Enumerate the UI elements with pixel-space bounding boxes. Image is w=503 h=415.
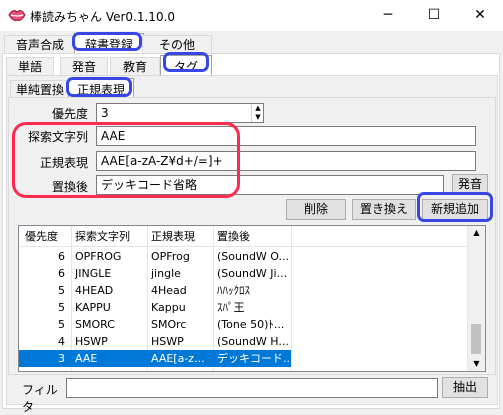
cell-priority: 6 — [58, 267, 65, 280]
list-item[interactable]: 5 SMORC SMOrc (Tone 50)ﾄ... — [19, 316, 467, 333]
tab-word[interactable]: 単語 — [6, 57, 54, 77]
priority-stepper[interactable]: 3 — [96, 103, 264, 123]
add-new-button[interactable]: 新規追加 — [422, 199, 488, 220]
cell-replace: ﾊﾊｯｸﾛｽ — [217, 284, 250, 297]
replace-label: 置換後 — [51, 180, 88, 194]
list-item[interactable]: 6 JINGLE jingle (SoundW Ji... — [19, 265, 467, 282]
main-tab-bar: 音声合成 辞書登録 その他 — [0, 33, 503, 55]
cell-replace: (SoundW O... — [217, 250, 289, 263]
list-item[interactable]: 6 OPFROG OPFrog (SoundW O... — [19, 248, 467, 265]
cell-regex: HSWP — [151, 335, 184, 348]
cell-replace: (Tone 50)ﾄ... — [217, 318, 285, 331]
cell-search: AAE — [75, 352, 98, 365]
cell-priority: 4 — [58, 335, 65, 348]
search-label: 探索文字列 — [27, 130, 88, 144]
header-divider — [19, 246, 467, 247]
cell-regex: AAE[a-z... — [151, 352, 205, 365]
filter-label: フィルタ — [22, 383, 58, 414]
delete-button[interactable]: 削除 — [286, 199, 346, 220]
list-item[interactable]: 5 4HEAD 4Head ﾊﾊｯｸﾛｽ — [19, 282, 467, 299]
minimize-button[interactable]: ─ — [365, 0, 411, 31]
cell-search: HSWP — [75, 335, 108, 348]
cell-replace: (SoundW Ji... — [217, 267, 288, 280]
priority-spin-buttons[interactable]: ▲ ▼ — [251, 104, 264, 122]
close-button[interactable]: ✕ — [457, 0, 503, 31]
tag-list[interactable]: 優先度 探索文字列 正規表現 置換後 6 OPFROG OPFrog (Soun… — [18, 225, 486, 372]
col-header-replace[interactable]: 置換後 — [217, 228, 291, 245]
spin-up-icon[interactable]: ▲ — [252, 104, 264, 113]
cell-replace: デッキコード... — [217, 352, 289, 365]
tab-other[interactable]: その他 — [142, 35, 212, 55]
cell-replace: (SoundW H... — [217, 335, 289, 348]
col-header-search[interactable]: 探索文字列 — [75, 228, 147, 245]
lips-icon — [8, 10, 26, 21]
list-item[interactable]: 4 HSWP HSWP (SoundW H... — [19, 333, 467, 350]
cell-regex: OPFrog — [151, 250, 190, 263]
title-bar: 棒読みちゃん Ver0.1.10.0 ─ ☐ ✕ — [0, 0, 503, 31]
list-header: 優先度 探索文字列 正規表現 置換後 — [19, 228, 467, 245]
list-item[interactable]: 5 KAPPU Kappu ｽﾊﾟ王 — [19, 299, 467, 316]
tab-tag[interactable]: タグ — [160, 55, 212, 76]
app-window: 棒読みちゃん Ver0.1.10.0 ─ ☐ ✕ 音声合成 辞書登録 その他 単… — [0, 0, 503, 414]
tab-education[interactable]: 教育 — [110, 57, 160, 77]
priority-label: 優先度 — [51, 107, 88, 121]
scroll-up-icon[interactable]: ▲ — [468, 226, 485, 240]
sub-tab-bar: 単語 発音 教育 タグ — [0, 55, 503, 77]
replace-button[interactable]: 置き換え — [352, 199, 416, 220]
scroll-thumb[interactable] — [471, 324, 481, 354]
cell-priority: 5 — [58, 284, 65, 297]
spin-down-icon[interactable]: ▼ — [252, 113, 264, 122]
cell-priority: 5 — [58, 318, 65, 331]
pronounce-button[interactable]: 発音 — [452, 174, 488, 195]
search-input[interactable]: AAE — [96, 126, 476, 146]
regex-input[interactable]: AAE[a-zA-Z¥d+/=]+ — [96, 151, 476, 171]
cell-search: SMORC — [75, 318, 115, 331]
cell-replace: ｽﾊﾟ王 — [217, 301, 245, 314]
cell-search: KAPPU — [75, 301, 111, 314]
tab-pronunciation[interactable]: 発音 — [60, 57, 108, 77]
cell-priority: 6 — [58, 250, 65, 263]
list-scrollbar[interactable]: ▲ ▼ — [467, 226, 485, 371]
tab-regex[interactable]: 正規表現 — [68, 78, 134, 99]
scroll-down-icon[interactable]: ▼ — [468, 357, 485, 371]
window-title: 棒読みちゃん Ver0.1.10.0 — [30, 10, 176, 24]
cell-regex: SMOrc — [151, 318, 187, 331]
col-header-priority[interactable]: 優先度 — [25, 228, 71, 245]
cell-regex: 4Head — [151, 284, 187, 297]
cell-search: OPFROG — [75, 250, 122, 263]
col-header-regex[interactable]: 正規表現 — [151, 228, 211, 245]
regex-label: 正規表現 — [39, 156, 88, 170]
cell-search: 4HEAD — [75, 284, 114, 297]
list-item-selected[interactable]: 3 AAE AAE[a-z... デッキコード... — [19, 350, 291, 367]
maximize-button[interactable]: ☐ — [411, 0, 457, 31]
cell-priority: 3 — [58, 352, 65, 365]
extract-button[interactable]: 抽出 — [442, 377, 488, 398]
cell-regex: Kappu — [151, 301, 186, 314]
cell-search: JINGLE — [75, 267, 112, 280]
tab-voice-synthesis[interactable]: 音声合成 — [4, 35, 76, 55]
tab-dictionary[interactable]: 辞書登録 — [74, 33, 144, 54]
filter-input[interactable] — [66, 378, 438, 398]
cell-priority: 5 — [58, 301, 65, 314]
replace-input[interactable]: デッキコード省略 — [96, 175, 444, 195]
cell-regex: jingle — [151, 267, 181, 280]
